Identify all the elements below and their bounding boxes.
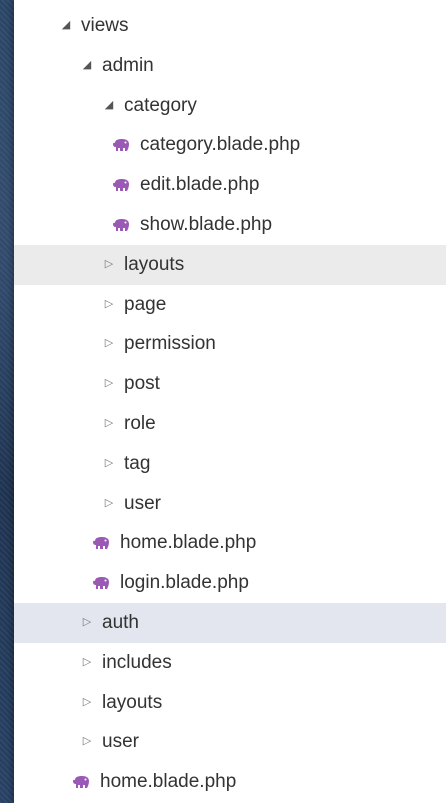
- tree-item-label: post: [124, 373, 160, 395]
- tree-item-label: permission: [124, 333, 216, 355]
- tree-folder-admin-role[interactable]: ▷ role: [14, 404, 446, 444]
- php-elephant-icon: [93, 537, 109, 550]
- tree-file-admin-home-blade[interactable]: home.blade.php: [14, 523, 446, 563]
- php-elephant-icon: [113, 218, 129, 231]
- collapsed-triangle-icon[interactable]: ▷: [102, 245, 116, 285]
- tree-folder-admin-page[interactable]: ▷ page: [14, 285, 446, 325]
- tree-folder-admin[interactable]: ◢ admin: [14, 46, 446, 86]
- collapsed-triangle-icon[interactable]: ▷: [102, 364, 116, 404]
- collapsed-triangle-icon[interactable]: ▷: [102, 285, 116, 325]
- tree-folder-admin-permission[interactable]: ▷ permission: [14, 324, 446, 364]
- collapsed-triangle-icon[interactable]: ▷: [102, 324, 116, 364]
- tree-folder-auth[interactable]: ▷ auth: [14, 602, 446, 643]
- tree-folder-views[interactable]: ◢ views: [14, 6, 446, 46]
- tree-item-label: user: [124, 492, 161, 514]
- php-elephant-icon: [93, 577, 109, 590]
- expanded-triangle-icon[interactable]: ◢: [102, 86, 116, 126]
- collapsed-triangle-icon[interactable]: ▷: [80, 722, 94, 762]
- tree-item-label: auth: [102, 612, 139, 634]
- tree-item-label: category.blade.php: [140, 134, 301, 156]
- collapsed-triangle-icon[interactable]: ▷: [80, 683, 94, 723]
- tree-file-category-blade[interactable]: category.blade.php: [14, 125, 446, 165]
- tree-file-home-blade[interactable]: home.blade.php: [14, 762, 446, 802]
- php-elephant-icon: [113, 139, 129, 152]
- tree-folder-user[interactable]: ▷ user: [14, 722, 446, 762]
- expanded-triangle-icon[interactable]: ◢: [80, 46, 94, 86]
- expanded-triangle-icon[interactable]: ◢: [59, 6, 73, 46]
- tree-item-label: home.blade.php: [120, 532, 257, 554]
- tree-file-edit-blade[interactable]: edit.blade.php: [14, 165, 446, 205]
- tree-item-label: page: [124, 293, 167, 315]
- tree-folder-admin-post[interactable]: ▷ post: [14, 364, 446, 404]
- tree-file-show-blade[interactable]: show.blade.php: [14, 205, 446, 245]
- collapsed-triangle-icon[interactable]: ▷: [102, 484, 116, 524]
- tree-file-admin-login-blade[interactable]: login.blade.php: [14, 563, 446, 603]
- tree-item-label: show.blade.php: [140, 214, 273, 236]
- tree-folder-layouts[interactable]: ▷ layouts: [14, 683, 446, 723]
- tree-folder-category[interactable]: ◢ category: [14, 86, 446, 126]
- php-elephant-icon: [73, 776, 89, 789]
- collapsed-triangle-icon[interactable]: ▷: [80, 603, 94, 643]
- tree-item-label: category: [124, 94, 197, 116]
- tree-item-label: login.blade.php: [120, 572, 249, 594]
- tree-item-label: home.blade.php: [100, 771, 237, 793]
- tree-item-label: includes: [102, 651, 172, 673]
- tree-item-label: admin: [102, 54, 154, 76]
- file-tree: ◢ views ◢ admin ◢ category category.blade.p…: [14, 6, 446, 802]
- collapsed-triangle-icon[interactable]: ▷: [102, 444, 116, 484]
- file-explorer-panel: ◢ views ◢ admin ◢ category category.blade.p…: [14, 0, 446, 803]
- tree-folder-includes[interactable]: ▷ includes: [14, 643, 446, 683]
- php-elephant-icon: [113, 179, 129, 192]
- tree-folder-admin-tag[interactable]: ▷ tag: [14, 444, 446, 484]
- tree-folder-admin-user[interactable]: ▷ user: [14, 484, 446, 524]
- collapsed-triangle-icon[interactable]: ▷: [80, 643, 94, 683]
- tree-item-label: layouts: [102, 691, 163, 713]
- tree-item-label: views: [81, 15, 129, 37]
- tree-item-label: user: [102, 731, 139, 753]
- tree-item-label: layouts: [124, 253, 185, 275]
- tree-item-label: tag: [124, 452, 151, 474]
- tree-item-label: role: [124, 413, 156, 435]
- collapsed-triangle-icon[interactable]: ▷: [102, 404, 116, 444]
- tree-folder-admin-layouts[interactable]: ▷ layouts: [14, 244, 446, 285]
- tree-item-label: edit.blade.php: [140, 174, 260, 196]
